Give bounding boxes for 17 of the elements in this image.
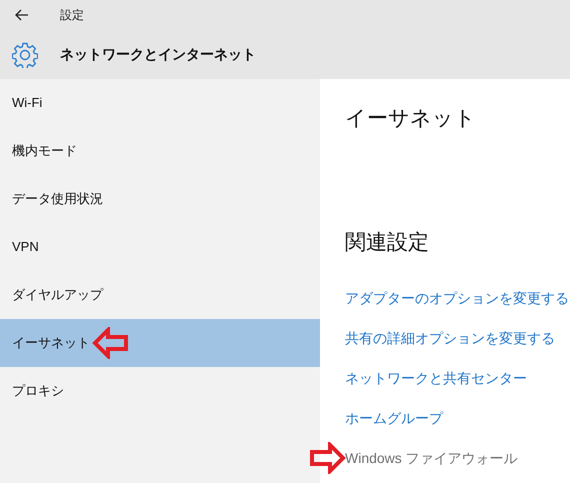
settings-link[interactable]: アダプターのオプションを変更する xyxy=(345,288,569,308)
gear-icon xyxy=(12,42,38,68)
settings-link[interactable]: 共有の詳細オプションを変更する xyxy=(345,328,555,348)
nav-item[interactable]: プロキシ xyxy=(0,367,320,415)
page-title: ネットワークとインターネット xyxy=(60,45,256,64)
section-heading: イーサネット xyxy=(345,106,477,132)
nav-item[interactable]: イーサネット xyxy=(0,319,320,367)
related-settings-heading: 関連設定 xyxy=(345,230,430,256)
nav-item[interactable]: VPN xyxy=(0,223,320,271)
nav-item[interactable]: データ使用状況 xyxy=(0,175,320,223)
nav-item[interactable]: 機内モード xyxy=(0,127,320,175)
nav-item[interactable]: ダイヤルアップ xyxy=(0,271,320,319)
back-arrow-icon xyxy=(15,9,29,21)
window-title: 設定 xyxy=(60,7,84,24)
settings-link[interactable]: ホームグループ xyxy=(345,408,443,428)
nav-item[interactable]: Wi-Fi xyxy=(0,79,320,127)
settings-link[interactable]: ネットワークと共有センター xyxy=(345,368,527,388)
